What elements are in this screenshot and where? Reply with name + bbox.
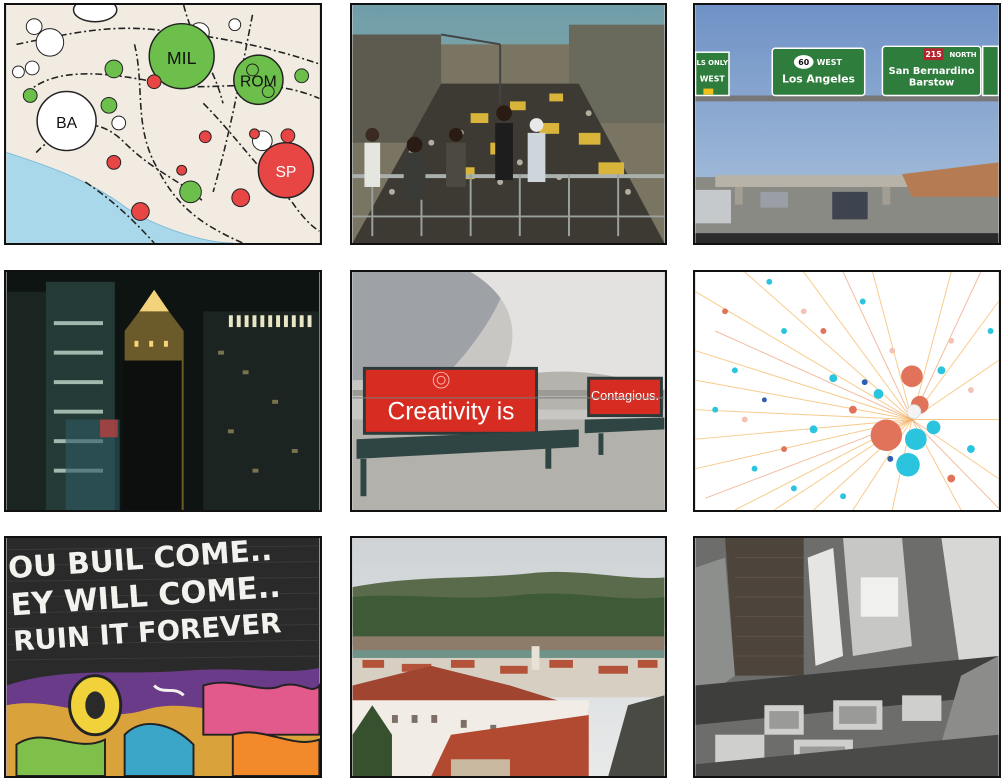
bubble-map-image: MIL ROM BA SP: [6, 5, 320, 243]
sign-barstow: Barstow: [909, 78, 954, 89]
tile-aerial-city: [693, 536, 1001, 778]
sign-los-angeles: Los Angeles: [782, 73, 855, 86]
sign-route-dir: WEST: [817, 58, 843, 67]
network-burst-image: [695, 272, 999, 510]
label-rom: ROM: [240, 74, 277, 91]
tile-freeway-signs: LS ONLY WEST 60 WEST Los Angeles 215 NOR…: [693, 3, 1001, 245]
bench-text-second: Contagious.: [591, 388, 659, 403]
graffiti-photo: OU BUIL COME.. EY WILL COME.. RUIN IT FO…: [6, 538, 320, 776]
sign-left-top: LS ONLY: [696, 59, 729, 67]
sign-san-bernardino: San Bernardino: [889, 66, 975, 77]
tile-night-city: [4, 270, 322, 512]
tile-town-view: [350, 536, 667, 778]
town-photo: [352, 538, 665, 776]
sign-left-dir: WEST: [700, 75, 726, 84]
tile-benches: Creativity is Contagious.: [350, 270, 667, 512]
bench-text-main: Creativity is: [387, 399, 514, 426]
tile-map-bubbles: MIL ROM BA SP: [4, 3, 322, 245]
label-mil: MIL: [167, 48, 197, 68]
sign-interstate-num: 215: [925, 50, 941, 59]
night-city-photo: [6, 272, 320, 510]
freeway-photo: LS ONLY WEST 60 WEST Los Angeles 215 NOR…: [695, 5, 999, 243]
tile-graffiti-wall: OU BUIL COME.. EY WILL COME.. RUIN IT FO…: [4, 536, 322, 778]
tile-network-burst: [693, 270, 1001, 512]
crowd-photo: [352, 5, 665, 243]
sign-interstate-dir: NORTH: [950, 51, 977, 59]
aerial-city-photo: [695, 538, 999, 776]
label-ba: BA: [56, 115, 77, 132]
benches-photo: Creativity is Contagious.: [352, 272, 665, 510]
sign-route-num: 60: [798, 58, 809, 67]
tile-crowded-street: [350, 3, 667, 245]
label-sp: SP: [275, 164, 296, 181]
